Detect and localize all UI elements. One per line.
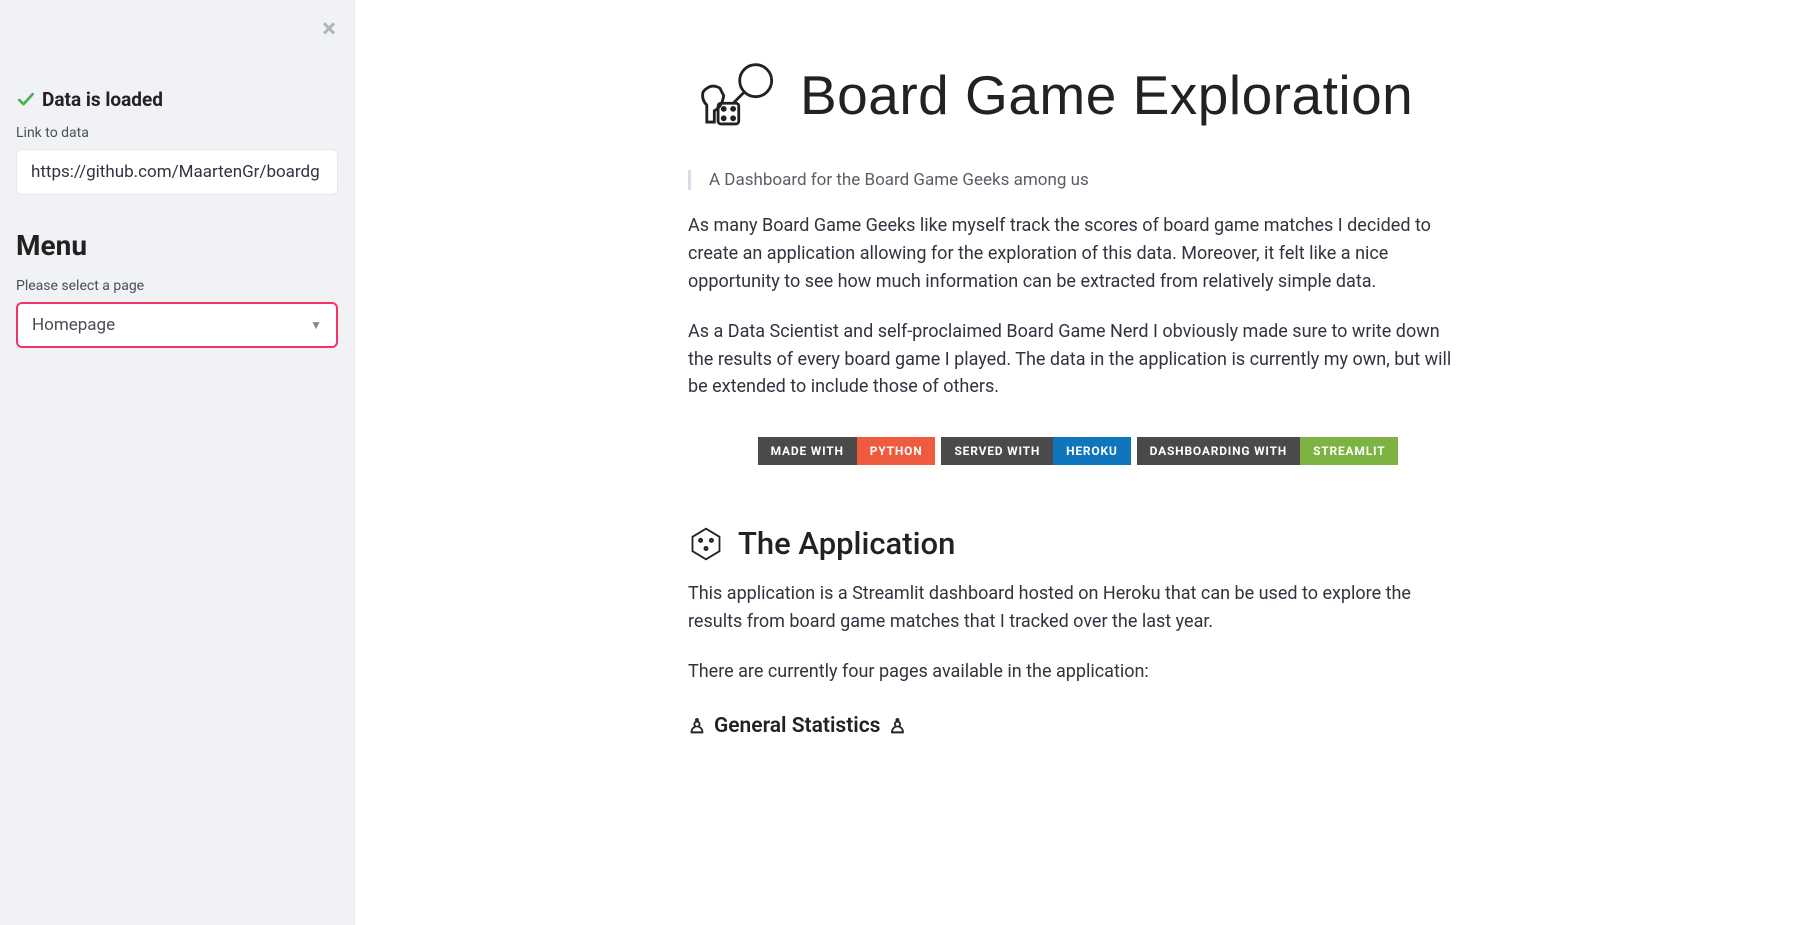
badge-right: STREAMLIT — [1300, 437, 1398, 465]
badge-left: MADE WITH — [758, 437, 857, 465]
check-icon — [16, 90, 36, 110]
data-status: Data is loaded — [16, 88, 338, 111]
badge-left: DASHBOARDING WITH — [1137, 437, 1300, 465]
pawn-icon: ♙ — [888, 714, 906, 738]
menu-title: Menu — [16, 229, 338, 262]
main-content: Board Game Exploration A Dashboard for t… — [355, 0, 1801, 925]
page-title: Board Game Exploration — [800, 67, 1413, 125]
app-paragraph-2: There are currently four pages available… — [688, 658, 1468, 686]
intro-paragraph-2: As a Data Scientist and self-proclaimed … — [688, 318, 1468, 402]
link-label: Link to data — [16, 125, 338, 141]
section-title: The Application — [738, 525, 955, 562]
badge-streamlit: DASHBOARDING WITH STREAMLIT — [1137, 437, 1399, 465]
subsection-general-stats: ♙ General Statistics ♙ — [688, 714, 1468, 738]
badge-right: HEROKU — [1053, 437, 1131, 465]
link-input[interactable]: https://github.com/MaartenGr/boardg — [16, 149, 338, 195]
pawn-icon: ♙ — [688, 714, 706, 738]
dice-icon — [688, 526, 724, 562]
chevron-down-icon: ▼ — [310, 318, 322, 332]
badge-row: MADE WITH PYTHON SERVED WITH HEROKU DASH… — [688, 437, 1468, 465]
title-row: Board Game Exploration — [688, 60, 1468, 132]
board-game-logo-icon — [688, 60, 782, 132]
badge-right: PYTHON — [857, 437, 936, 465]
badge-left: SERVED WITH — [941, 437, 1053, 465]
app-paragraph-1: This application is a Streamlit dashboar… — [688, 580, 1468, 636]
badge-python: MADE WITH PYTHON — [758, 437, 936, 465]
tagline-quote: A Dashboard for the Board Game Geeks amo… — [688, 170, 1468, 190]
subsection-title: General Statistics — [714, 714, 881, 738]
tagline-text: A Dashboard for the Board Game Geeks amo… — [709, 170, 1089, 190]
section-header: The Application — [688, 525, 1468, 562]
page-select[interactable]: Homepage ▼ — [16, 302, 338, 348]
sidebar: × Data is loaded Link to data https://gi… — [0, 0, 355, 925]
select-value: Homepage — [32, 315, 115, 335]
intro-paragraph-1: As many Board Game Geeks like myself tra… — [688, 212, 1468, 296]
close-icon[interactable]: × — [322, 16, 336, 42]
status-text: Data is loaded — [42, 88, 163, 111]
select-label: Please select a page — [16, 278, 338, 294]
badge-heroku: SERVED WITH HEROKU — [941, 437, 1130, 465]
